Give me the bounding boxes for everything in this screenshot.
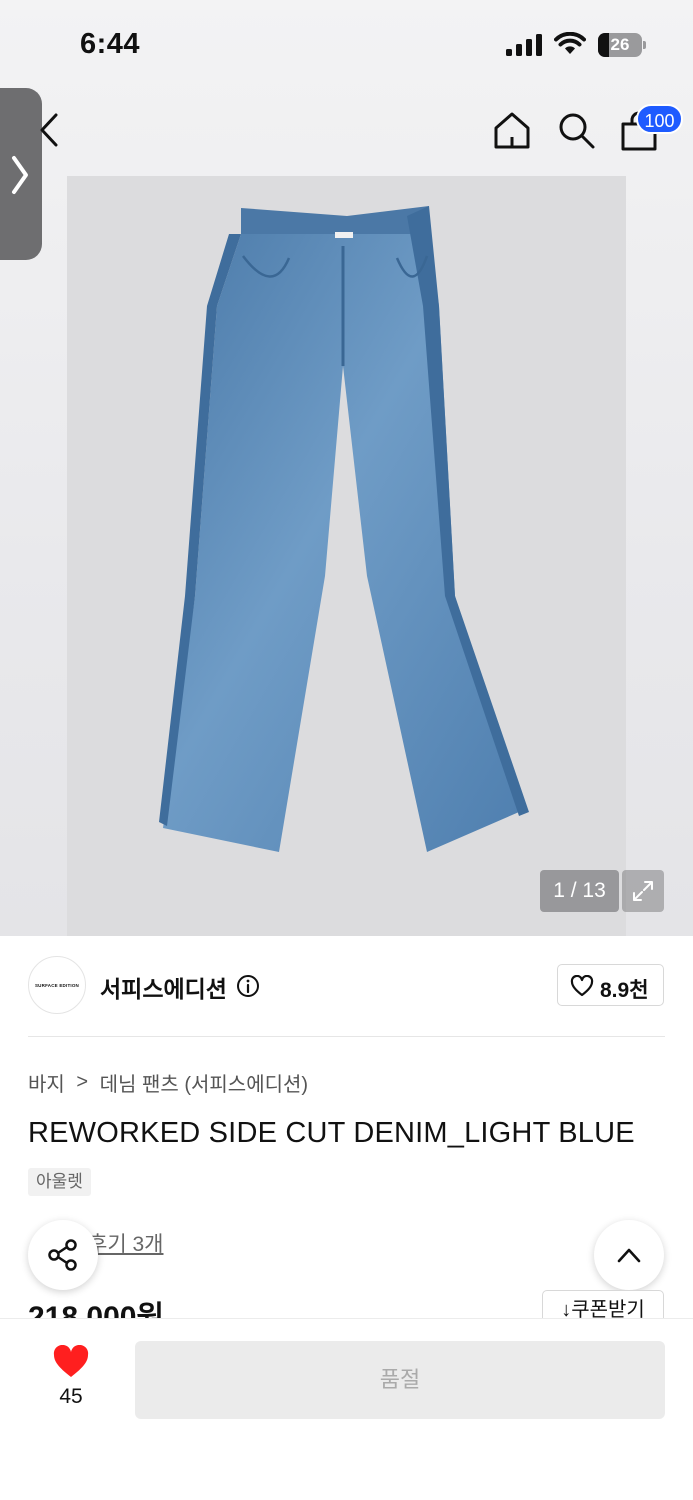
product-title: REWORKED SIDE CUT DENIM_LIGHT BLUE: [28, 1117, 635, 1149]
chevron-right-icon: [12, 156, 28, 194]
divider: [28, 1036, 665, 1037]
battery-body: 26: [598, 33, 642, 57]
status-time: 6:44: [80, 28, 141, 60]
heart-filled-icon: [53, 1345, 89, 1377]
breadcrumb-separator: >: [76, 1071, 89, 1093]
image-counter: 1 / 13: [540, 870, 619, 912]
breadcrumb-subcategory[interactable]: 데님 팬츠 (서피스에디션): [100, 1074, 308, 1096]
chevron-up-icon: [617, 1248, 641, 1263]
wish-button[interactable]: 45: [42, 1345, 100, 1415]
expand-icon: [633, 881, 653, 901]
back-icon[interactable]: [34, 112, 66, 148]
battery-tip: [643, 41, 646, 49]
brand-like-count: 8.9천: [600, 979, 649, 1002]
cellular-signal-icon: [506, 34, 542, 56]
brand-like-button[interactable]: 8.9천: [557, 964, 664, 1006]
product-image[interactable]: [67, 176, 626, 936]
search-icon[interactable]: [556, 110, 596, 150]
bottom-bar: 45 품절: [0, 1318, 693, 1500]
breadcrumb-category[interactable]: 바지: [28, 1074, 65, 1096]
brand-name[interactable]: 서피스에디션: [100, 970, 227, 1004]
cart-count-badge: 100: [636, 104, 683, 134]
brand-logo[interactable]: SURFACE EDITION: [28, 956, 86, 1014]
share-button[interactable]: [28, 1220, 98, 1290]
heart-outline-icon: [570, 975, 594, 997]
review-link[interactable]: 후기 3개: [88, 1228, 163, 1258]
info-icon[interactable]: [236, 974, 260, 998]
outlet-tag: 아울렛: [28, 1168, 91, 1196]
breadcrumb: 바지 > 데님 팬츠 (서피스에디션): [28, 1068, 308, 1097]
brand-row: SURFACE EDITION 서피스에디션 8.9천: [0, 936, 693, 1036]
wish-count: 45: [59, 1385, 83, 1408]
status-bar: 6:44 26: [0, 0, 693, 90]
battery-icon: 26: [598, 33, 646, 57]
share-icon: [48, 1239, 77, 1271]
sold-out-button[interactable]: 품절: [135, 1341, 665, 1419]
battery-level: 26: [610, 35, 630, 54]
scroll-top-button[interactable]: [594, 1220, 664, 1290]
home-icon[interactable]: [492, 110, 532, 150]
expand-image-button[interactable]: [622, 870, 664, 912]
denim-pants-image: [159, 206, 529, 852]
wifi-icon: [554, 32, 586, 54]
